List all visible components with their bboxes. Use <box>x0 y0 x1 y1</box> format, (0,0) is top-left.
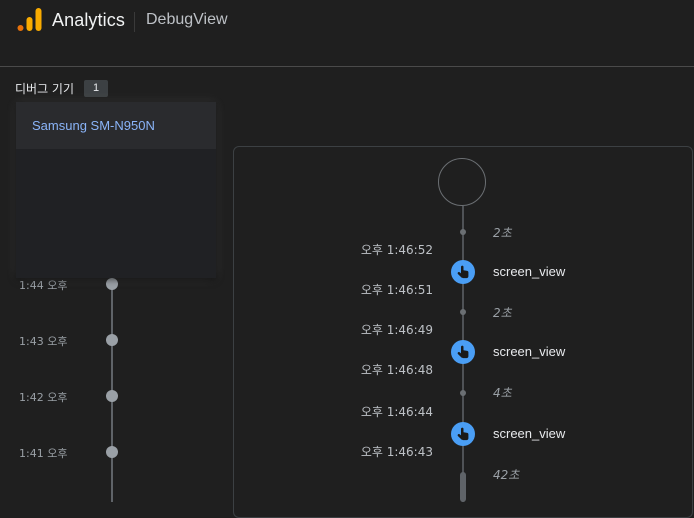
event-time-start: 오후 1:46:49 <box>360 323 433 337</box>
minute-row[interactable]: 1:41 오후 <box>0 445 130 461</box>
minute-row[interactable]: 1:44 오후 <box>0 277 130 293</box>
event-name-link[interactable]: screen_view <box>493 426 565 441</box>
minute-row[interactable]: 1:43 오후 <box>0 333 130 349</box>
seconds-timeline-tail <box>460 472 466 502</box>
event-time-start: 오후 1:46:52 <box>360 243 433 257</box>
minute-dot[interactable] <box>106 390 118 402</box>
time-gap-label: 42초 <box>493 468 520 482</box>
minute-label: 1:41 오후 <box>19 447 68 460</box>
header-divider <box>134 12 135 32</box>
stream-start-circle <box>438 158 486 206</box>
timeline-tick-dot <box>460 390 466 396</box>
app-header: Analytics DebugView <box>0 0 694 67</box>
minute-dot[interactable] <box>106 446 118 458</box>
minute-label: 1:43 오후 <box>19 335 68 348</box>
debug-devices-label: 디버그 기기 <box>15 82 75 96</box>
time-gap-label: 2초 <box>493 306 512 320</box>
event-time-end: 오후 1:46:43 <box>360 445 433 459</box>
minute-dot[interactable] <box>106 278 118 290</box>
minute-row[interactable]: 1:42 오후 <box>0 389 130 405</box>
timeline-tick-dot <box>460 309 466 315</box>
page-title: DebugView <box>146 11 228 28</box>
timeline-tick-dot <box>460 229 466 235</box>
event-time-start: 오후 1:46:44 <box>360 405 433 419</box>
analytics-logo-icon[interactable] <box>17 7 43 33</box>
minute-dot[interactable] <box>106 334 118 346</box>
minute-label: 1:42 오후 <box>19 391 68 404</box>
event-name-link[interactable]: screen_view <box>493 344 565 359</box>
time-gap-label: 4초 <box>493 386 512 400</box>
device-dropdown-panel: Samsung SM-N950N <box>16 102 216 278</box>
event-time-end: 오후 1:46:51 <box>360 283 433 297</box>
event-name-link[interactable]: screen_view <box>493 264 565 279</box>
minutes-timeline-line <box>111 270 113 502</box>
device-item[interactable]: Samsung SM-N950N <box>16 102 216 149</box>
brand-name: Analytics <box>52 10 125 30</box>
touch-hand-icon[interactable] <box>451 340 475 364</box>
time-gap-label: 2초 <box>493 226 512 240</box>
minute-label: 1:44 오후 <box>19 279 68 292</box>
debug-devices-count-badge: 1 <box>84 80 108 97</box>
touch-hand-icon[interactable] <box>451 260 475 284</box>
touch-hand-icon[interactable] <box>451 422 475 446</box>
event-time-end: 오후 1:46:48 <box>360 363 433 377</box>
